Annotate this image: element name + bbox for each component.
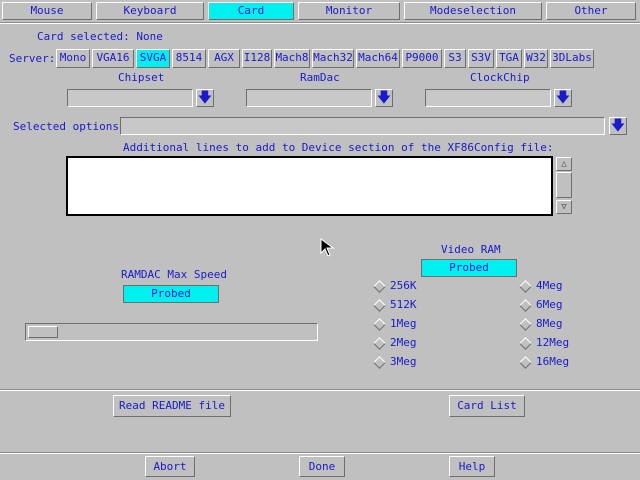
server-option-mono[interactable]: Mono bbox=[56, 49, 90, 68]
server-option-mach32[interactable]: Mach32 bbox=[312, 49, 354, 68]
video-ram-option-label: 256K bbox=[390, 279, 417, 292]
radio-diamond-icon[interactable] bbox=[373, 318, 386, 331]
server-option-i128[interactable]: I128 bbox=[242, 49, 272, 68]
tab-monitor[interactable]: Monitor bbox=[298, 2, 400, 20]
ramdac-dropdown-button[interactable]: 🡇 bbox=[375, 89, 393, 107]
chipset-label: Chipset bbox=[118, 71, 165, 84]
video-ram-option-3meg[interactable]: 3Meg bbox=[372, 354, 482, 370]
textarea-scrollbar[interactable]: △ ▽ bbox=[555, 156, 573, 216]
tab-other[interactable]: Other bbox=[546, 2, 636, 20]
chipset-field[interactable] bbox=[67, 89, 193, 107]
clockchip-label: ClockChip bbox=[470, 71, 530, 84]
radio-diamond-icon[interactable] bbox=[373, 280, 386, 293]
ramdac-speed-probed-button[interactable]: Probed bbox=[123, 285, 219, 303]
done-button[interactable]: Done bbox=[299, 456, 345, 477]
tab-bar: Mouse Keyboard Card Monitor Modeselectio… bbox=[0, 0, 640, 22]
scroll-down-icon[interactable]: ▽ bbox=[556, 200, 572, 214]
tab-mouse[interactable]: Mouse bbox=[2, 2, 92, 20]
video-ram-option-12meg[interactable]: 12Meg bbox=[518, 335, 628, 351]
help-button[interactable]: Help bbox=[449, 456, 495, 477]
video-ram-option-label: 512K bbox=[390, 298, 417, 311]
abort-button[interactable]: Abort bbox=[145, 456, 195, 477]
down-arrow-icon: 🡇 bbox=[197, 90, 213, 106]
card-selected-label: Card selected: None bbox=[37, 30, 163, 43]
read-readme-button[interactable]: Read README file bbox=[113, 395, 231, 417]
video-ram-option-512k[interactable]: 512K bbox=[372, 297, 482, 313]
selected-options-dropdown-button[interactable]: 🡇 bbox=[609, 117, 627, 135]
tab-keyboard[interactable]: Keyboard bbox=[96, 2, 204, 20]
video-ram-label: Video RAM bbox=[441, 243, 501, 256]
divider bbox=[0, 389, 640, 391]
video-ram-option-label: 16Meg bbox=[536, 355, 570, 368]
video-ram-option-label: 8Meg bbox=[536, 317, 563, 330]
server-option-vga16[interactable]: VGA16 bbox=[92, 49, 134, 68]
radio-diamond-icon[interactable] bbox=[519, 318, 532, 331]
scroll-thumb[interactable] bbox=[556, 172, 572, 198]
video-ram-option-16meg[interactable]: 16Meg bbox=[518, 354, 628, 370]
server-option-8514[interactable]: 8514 bbox=[172, 49, 206, 68]
server-label: Server: bbox=[9, 52, 56, 65]
server-option-w32[interactable]: W32 bbox=[524, 49, 548, 68]
video-ram-probed-button[interactable]: Probed bbox=[421, 259, 517, 277]
server-options: Mono VGA16 SVGA 8514 AGX I128 Mach8 Mach32 Mach6… bbox=[56, 49, 636, 68]
video-ram-option-1meg[interactable]: 1Meg bbox=[372, 316, 482, 332]
video-ram-option-8meg[interactable]: 8Meg bbox=[518, 316, 628, 332]
ramdac-field[interactable] bbox=[246, 89, 372, 107]
server-option-p9000[interactable]: P9000 bbox=[402, 49, 442, 68]
radio-diamond-icon[interactable] bbox=[519, 299, 532, 312]
video-ram-option-label: 3Meg bbox=[390, 355, 417, 368]
video-ram-option-4meg[interactable]: 4Meg bbox=[518, 278, 628, 294]
down-arrow-icon: 🡇 bbox=[555, 90, 571, 106]
video-ram-option-256k[interactable]: 256K bbox=[372, 278, 482, 294]
video-ram-option-label: 4Meg bbox=[536, 279, 563, 292]
tab-card[interactable]: Card bbox=[208, 2, 294, 20]
server-option-3dlabs[interactable]: 3DLabs bbox=[550, 49, 594, 68]
video-ram-option-label: 2Meg bbox=[390, 336, 417, 349]
selected-options-field[interactable] bbox=[120, 117, 605, 135]
video-ram-option-label: 12Meg bbox=[536, 336, 570, 349]
clockchip-field[interactable] bbox=[425, 89, 551, 107]
radio-diamond-icon[interactable] bbox=[373, 356, 386, 369]
radio-diamond-icon[interactable] bbox=[519, 280, 532, 293]
additional-lines-label: Additional lines to add to Device sectio… bbox=[123, 141, 554, 154]
clockchip-dropdown-button[interactable]: 🡇 bbox=[554, 89, 572, 107]
server-option-svga[interactable]: SVGA bbox=[136, 49, 170, 68]
ramdac-speed-slider[interactable] bbox=[25, 323, 318, 341]
scroll-up-icon[interactable]: △ bbox=[556, 157, 572, 171]
video-ram-option-label: 6Meg bbox=[536, 298, 563, 311]
down-arrow-icon: 🡇 bbox=[610, 118, 626, 134]
additional-lines-textarea[interactable] bbox=[66, 156, 553, 216]
server-option-agx[interactable]: AGX bbox=[208, 49, 240, 68]
chipset-dropdown-button[interactable]: 🡇 bbox=[196, 89, 214, 107]
server-option-s3v[interactable]: S3V bbox=[468, 49, 494, 68]
slider-handle[interactable] bbox=[28, 326, 58, 338]
server-option-mach64[interactable]: Mach64 bbox=[356, 49, 400, 68]
video-ram-option-label: 1Meg bbox=[390, 317, 417, 330]
radio-diamond-icon[interactable] bbox=[519, 337, 532, 350]
ramdac-max-speed-label: RAMDAC Max Speed bbox=[121, 268, 227, 281]
selected-options-label: Selected options: bbox=[13, 120, 126, 133]
down-arrow-icon: 🡇 bbox=[376, 90, 392, 106]
radio-diamond-icon[interactable] bbox=[373, 299, 386, 312]
mouse-pointer-icon bbox=[320, 238, 335, 257]
radio-diamond-icon[interactable] bbox=[519, 356, 532, 369]
server-option-s3[interactable]: S3 bbox=[444, 49, 466, 68]
tab-modeselection[interactable]: Modeselection bbox=[404, 2, 542, 20]
server-option-mach8[interactable]: Mach8 bbox=[274, 49, 310, 68]
divider bbox=[0, 22, 640, 24]
video-ram-option-2meg[interactable]: 2Meg bbox=[372, 335, 482, 351]
video-ram-options-left: 256K 512K 1Meg 2Meg 3Meg bbox=[372, 278, 482, 378]
video-ram-options-right: 4Meg 6Meg 8Meg 12Meg 16Meg bbox=[518, 278, 628, 378]
card-list-button[interactable]: Card List bbox=[449, 395, 525, 417]
video-ram-option-6meg[interactable]: 6Meg bbox=[518, 297, 628, 313]
ramdac-label: RamDac bbox=[300, 71, 340, 84]
radio-diamond-icon[interactable] bbox=[373, 337, 386, 350]
server-option-tga[interactable]: TGA bbox=[496, 49, 522, 68]
divider bbox=[0, 452, 640, 454]
